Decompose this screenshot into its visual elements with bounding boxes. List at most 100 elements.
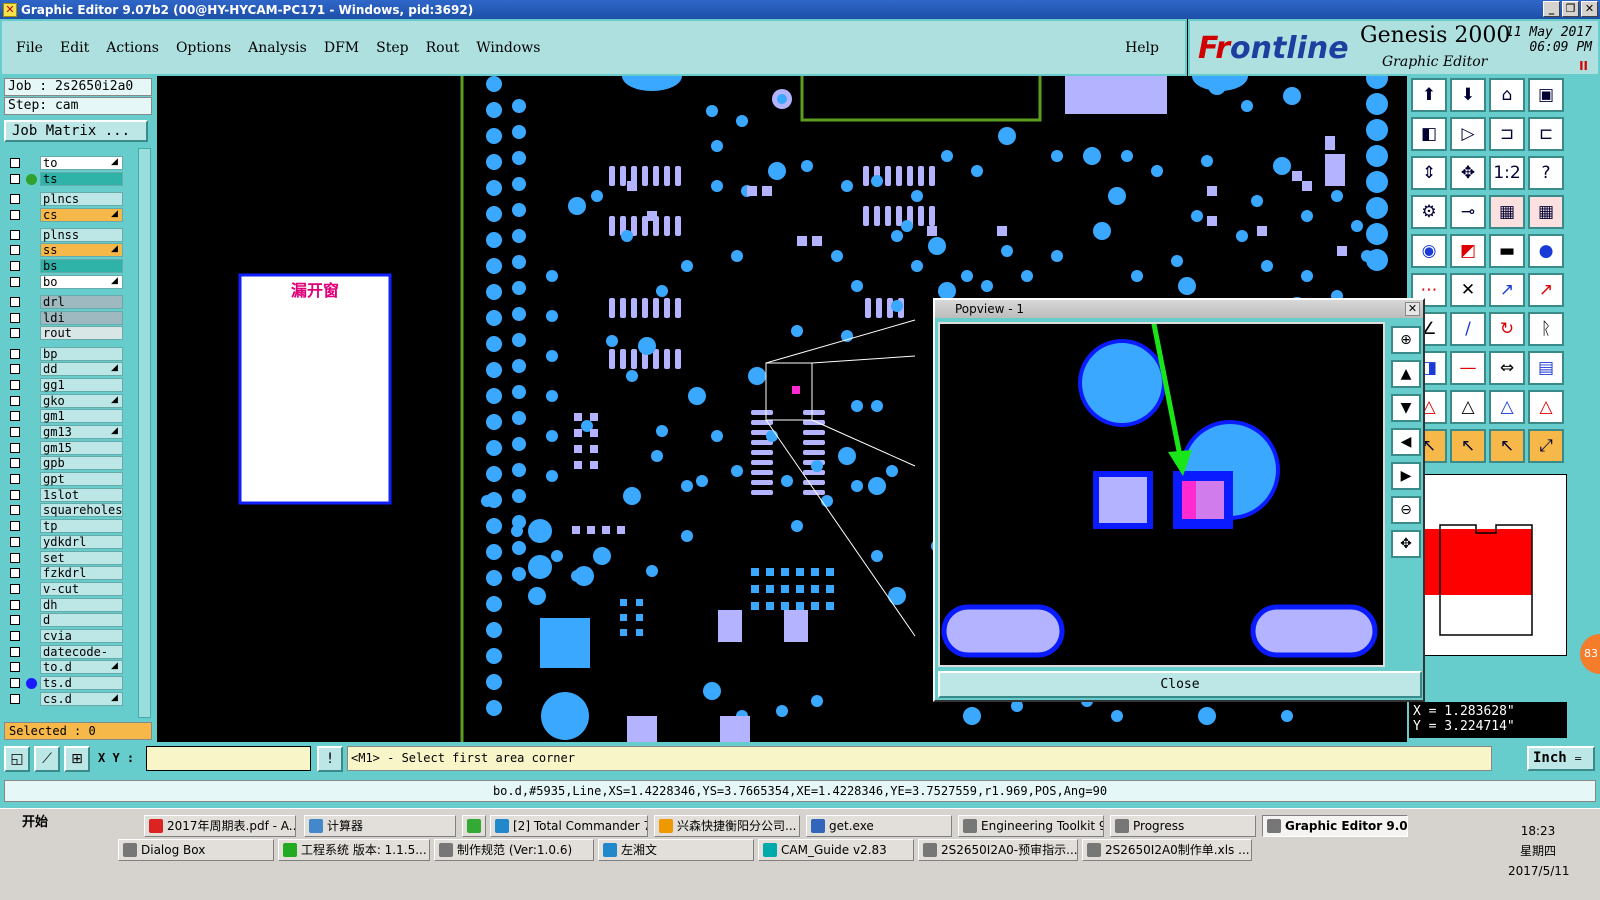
grid-icon[interactable]: ⊞ [64, 746, 90, 772]
tool-drill-icon[interactable]: ▦ [1489, 195, 1525, 229]
layer-checkbox[interactable] [10, 411, 20, 422]
taskbar-item[interactable]: Graphic Editor 9.07b... [1262, 815, 1408, 837]
taskbar-item[interactable] [462, 815, 486, 837]
tool-cross-icon[interactable]: ✕ [1450, 273, 1486, 307]
pan-left-icon[interactable]: ◀ [1391, 428, 1421, 456]
menu-windows[interactable]: Windows [476, 40, 540, 56]
layer-row[interactable]: ss ◢ [5, 243, 135, 259]
menu-analysis[interactable]: Analysis [248, 40, 307, 56]
layer-row[interactable]: plnss [5, 227, 135, 244]
layer-row[interactable]: ts.d [5, 676, 135, 692]
layer-checkbox[interactable] [10, 379, 20, 390]
tool-settings-icon[interactable]: ⚙ [1411, 195, 1447, 229]
tool-fit-v-icon[interactable]: ⇕ [1411, 156, 1447, 190]
zoom-in-icon[interactable]: ⊕ [1391, 326, 1421, 354]
tool-tri4-icon[interactable]: △ [1528, 390, 1564, 424]
taskbar-item[interactable]: Engineering Toolkit 9.0... [958, 815, 1104, 837]
close-window-button[interactable]: ✕ [1581, 1, 1598, 17]
menu-step[interactable]: Step [376, 40, 408, 56]
layer-name[interactable]: plncs [40, 191, 123, 206]
tool-in-icon[interactable]: ⊐ [1489, 117, 1525, 151]
layer-row[interactable]: ldi [5, 310, 135, 327]
layer-checkbox[interactable] [10, 678, 20, 688]
layer-row[interactable]: gg1 [5, 377, 135, 394]
layer-checkbox[interactable] [10, 599, 20, 610]
tool-pad-icon[interactable]: ◉ [1411, 234, 1447, 268]
layer-checkbox[interactable] [10, 229, 20, 240]
menu-file[interactable]: File [16, 40, 43, 56]
tool-line2-icon[interactable]: ↗ [1528, 273, 1564, 307]
layer-row[interactable]: cvia [5, 628, 135, 645]
taskbar-item[interactable]: Progress [1110, 815, 1256, 837]
tool-circle-icon[interactable]: ● [1528, 234, 1564, 268]
menu-rout[interactable]: Rout [426, 40, 460, 56]
menu-help[interactable]: Help [1125, 40, 1159, 56]
layer-checkbox[interactable] [10, 583, 20, 594]
layer-name[interactable]: ts.d [40, 676, 123, 690]
tool-window-icon[interactable]: ▣ [1528, 78, 1564, 112]
tool-tri3-icon[interactable]: △ [1489, 390, 1525, 424]
tool-text-icon[interactable]: ᚱ [1528, 312, 1564, 346]
layer-row[interactable]: bs [5, 259, 135, 275]
tool-down-icon[interactable]: ⬇ [1450, 78, 1486, 112]
layer-row[interactable]: gpb [5, 456, 135, 472]
layer-name[interactable]: gpt [40, 472, 123, 487]
taskbar-item[interactable]: 计算器 [304, 815, 456, 837]
layer-name[interactable]: 1slot [40, 487, 123, 502]
layer-checkbox[interactable] [10, 536, 20, 547]
layer-name[interactable]: rout [40, 326, 123, 341]
taskbar-item[interactable]: [2] Total Commander 7... [490, 815, 648, 837]
taskbar-item[interactable]: 2S2650I2A0制作单.xls ... [1082, 839, 1252, 861]
taskbar-item[interactable]: 左湘文 [598, 839, 754, 861]
layer-row[interactable]: rout [5, 326, 135, 342]
taskbar-item[interactable]: CAM_Guide v2.83 [758, 839, 914, 861]
layer-checkbox[interactable] [10, 276, 20, 287]
layer-row[interactable]: to.d ◢ [5, 660, 135, 676]
layer-name[interactable]: dh [40, 597, 123, 612]
layer-row[interactable]: dh [5, 597, 135, 614]
layer-row[interactable]: gpt [5, 472, 135, 488]
layer-checkbox[interactable] [10, 552, 20, 563]
layer-name[interactable]: gg1 [40, 377, 123, 392]
layer-checkbox[interactable] [10, 505, 20, 516]
layer-name[interactable]: fzkdrl [40, 566, 123, 581]
tool-select3-icon[interactable]: ↖ [1489, 429, 1525, 463]
job-matrix-button[interactable]: Job Matrix ... [4, 120, 148, 142]
snap-icon[interactable]: ◱ [4, 746, 30, 772]
fit-icon[interactable]: ✥ [1391, 530, 1421, 558]
layer-name[interactable]: gm15 [40, 440, 123, 455]
layer-checkbox[interactable] [10, 173, 20, 184]
layer-checkbox[interactable] [10, 328, 20, 339]
zoom-out-icon[interactable]: ⊖ [1391, 496, 1421, 524]
popview-close-icon[interactable]: ✕ [1405, 302, 1420, 316]
menu-dfm[interactable]: DFM [324, 40, 359, 56]
tool-drill2-icon[interactable]: ▦ [1528, 195, 1564, 229]
layer-checkbox[interactable] [10, 158, 20, 168]
layer-checkbox[interactable] [10, 245, 20, 256]
layer-row[interactable]: bo ◢ [5, 274, 135, 291]
layer-name[interactable]: ydkdrl [40, 534, 123, 549]
layer-name[interactable]: bp [40, 346, 123, 361]
layer-name[interactable]: tp [40, 519, 123, 534]
taskbar-item[interactable]: 2S2650I2A0-预审指示... [918, 839, 1078, 861]
layer-row[interactable]: gm13 ◢ [5, 425, 135, 441]
layer-checkbox[interactable] [10, 209, 20, 220]
pan-right-icon[interactable]: ▶ [1391, 462, 1421, 490]
layer-row[interactable]: cs.d ◢ [5, 691, 135, 708]
layer-name[interactable]: gpb [40, 456, 123, 471]
pan-down-icon[interactable]: ▼ [1391, 394, 1421, 422]
tool-scale-icon[interactable]: 1:2 [1489, 156, 1525, 190]
layer-row[interactable]: ydkdrl [5, 534, 135, 551]
taskbar-item[interactable]: 2017年周期表.pdf - A... [144, 815, 296, 837]
tool-ruler-icon[interactable]: ▬ [1489, 234, 1525, 268]
layer-row[interactable]: 1slot [5, 487, 135, 504]
layer-checkbox[interactable] [10, 568, 20, 579]
tool-pan-icon[interactable]: ✥ [1450, 156, 1486, 190]
layer-name[interactable]: set [40, 550, 123, 565]
tool-pin-icon[interactable]: ⊸ [1450, 195, 1486, 229]
tool-home-icon[interactable]: ⌂ [1489, 78, 1525, 112]
layer-row[interactable]: cs ◢ [5, 207, 135, 224]
layer-row[interactable]: gko ◢ [5, 393, 135, 410]
tool-shape-icon[interactable]: ▤ [1528, 351, 1564, 385]
taskbar-item[interactable]: 兴森快捷衡阳分公司... [654, 815, 800, 837]
